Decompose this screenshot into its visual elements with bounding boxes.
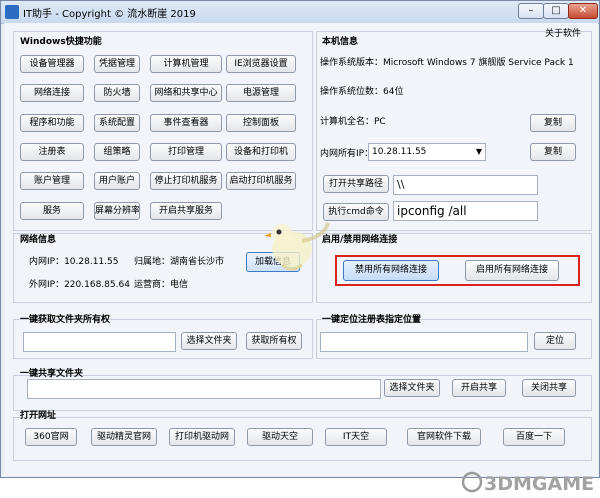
network-connection-title: 启用/禁用网络连接 xyxy=(322,235,398,245)
quick-button[interactable]: 设备和打印机 xyxy=(226,143,296,161)
share-folder-input[interactable] xyxy=(27,379,381,399)
app-icon xyxy=(5,5,19,19)
quick-button[interactable]: 防火墙 xyxy=(94,84,140,102)
lan-ip-label: 内网所有IP： xyxy=(320,149,374,159)
quick-button[interactable]: 网络连接 xyxy=(20,84,84,102)
mascot-bird-icon xyxy=(264,222,330,271)
copy-ip-button[interactable]: 复制 xyxy=(530,143,576,161)
url-button[interactable]: 驱动精灵官网 xyxy=(91,428,157,446)
quick-button[interactable]: 系统配置 xyxy=(94,114,140,132)
urls-title: 打开网址 xyxy=(20,411,57,421)
open-share-button[interactable]: 开启共享 xyxy=(452,379,506,397)
quick-button[interactable]: 用户账户 xyxy=(94,172,140,190)
os-version: 操作系统版本：Microsoft Windows 7 旗舰版 Service P… xyxy=(320,58,574,68)
disable-network-button[interactable]: 禁用所有网络连接 xyxy=(343,260,439,281)
quick-button[interactable]: 组策略 xyxy=(94,143,140,161)
url-button[interactable]: 官网软件下载 xyxy=(407,428,481,446)
quick-button[interactable]: 电源管理 xyxy=(226,84,296,102)
minimize-button[interactable]: – xyxy=(518,3,544,19)
lan-ip-select[interactable]: 10.28.11.55 ▼ xyxy=(368,143,486,161)
quick-button[interactable]: 账户管理 xyxy=(20,172,84,190)
watermark-logo: 3DMGAME xyxy=(462,471,594,495)
quick-button[interactable]: 凭据管理 xyxy=(94,55,140,73)
url-button[interactable]: 百度一下 xyxy=(503,428,565,446)
url-button[interactable]: IT天空 xyxy=(325,428,387,446)
registry-path-input[interactable] xyxy=(320,332,528,352)
run-cmd-button[interactable]: 执行cmd命令 xyxy=(323,203,389,221)
close-button[interactable]: ✕ xyxy=(568,3,598,19)
network-info-title: 网络信息 xyxy=(20,235,57,245)
copy-computer-name-button[interactable]: 复制 xyxy=(530,114,576,132)
ownership-choose-folder-button[interactable]: 选择文件夹 xyxy=(181,332,237,350)
quick-button[interactable]: 注册表 xyxy=(20,143,84,161)
wan-ip-text: 外网IP：220.168.85.64 xyxy=(29,280,130,290)
machine-info-title: 本机信息 xyxy=(322,37,359,47)
ownership-title: 一键获取文件夹所有权 xyxy=(20,315,111,325)
window-title: IT助手 - Copyright © 流水断崖 2019 xyxy=(23,9,196,20)
ownership-path-input[interactable] xyxy=(23,332,176,352)
close-share-button[interactable]: 关闭共享 xyxy=(522,379,576,397)
quick-button[interactable]: 服务 xyxy=(20,202,84,220)
quick-button[interactable]: 打印管理 xyxy=(150,143,222,161)
open-share-path-button[interactable]: 打开共享路径 xyxy=(323,175,389,193)
os-bits: 操作系统位数：64位 xyxy=(320,87,404,97)
quick-button[interactable]: 设备管理器 xyxy=(20,55,84,73)
url-button[interactable]: 打印机驱动网 xyxy=(169,428,235,446)
share-choose-folder-button[interactable]: 选择文件夹 xyxy=(384,379,440,397)
quick-button[interactable]: 开启共享服务 xyxy=(150,202,222,220)
computer-name: 计算机全名：PC xyxy=(320,117,386,127)
cmd-input[interactable]: ipconfig /all xyxy=(393,201,538,221)
title-bar[interactable]: IT助手 - Copyright © 流水断崖 2019 – □ ✕ xyxy=(1,1,599,24)
registry-title: 一键定位注册表指定位置 xyxy=(322,315,422,325)
maximize-button[interactable]: □ xyxy=(543,3,569,19)
quick-button[interactable]: 网络和共享中心 xyxy=(150,84,222,102)
share-title: 一键共享文件夹 xyxy=(20,369,84,379)
chevron-down-icon: ▼ xyxy=(475,147,482,156)
quick-button[interactable]: 启动打印机服务 xyxy=(226,172,296,190)
watermark-text: 3DMGAME xyxy=(484,473,594,495)
url-button[interactable]: 360官网 xyxy=(25,428,77,446)
about-link[interactable]: 关于软件 xyxy=(545,26,581,39)
quick-button[interactable]: 停止打印机服务 xyxy=(150,172,222,190)
quick-button[interactable]: 屏幕分辨率 xyxy=(94,202,140,220)
locate-button[interactable]: 定位 xyxy=(534,332,576,350)
get-ownership-button[interactable]: 获取所有权 xyxy=(246,332,302,350)
lan-ip-value: 10.28.11.55 xyxy=(372,147,427,157)
share-path-input[interactable]: \\ xyxy=(393,175,538,195)
app-window: IT助手 - Copyright © 流水断崖 2019 – □ ✕ Windo… xyxy=(0,0,600,495)
client-area: Windows快捷功能 设备管理器 凭据管理 计算机管理 IE浏览器设置网络连接 防火墙… xyxy=(4,23,598,495)
quick-button[interactable]: 事件查看器 xyxy=(150,114,222,132)
location-text: 归属地：湖南省长沙市 xyxy=(134,257,225,267)
quick-button[interactable]: IE浏览器设置 xyxy=(226,55,296,73)
quick-button[interactable]: 计算机管理 xyxy=(150,55,222,73)
quick-functions-title: Windows快捷功能 xyxy=(20,37,102,47)
lan-ip-text: 内网IP：10.28.11.55 xyxy=(29,257,119,267)
isp-text: 运营商：电信 xyxy=(134,280,189,290)
quick-button[interactable]: 控制面板 xyxy=(226,114,296,132)
enable-network-button[interactable]: 启用所有网络连接 xyxy=(465,260,559,281)
url-button[interactable]: 驱动天空 xyxy=(247,428,313,446)
quick-button[interactable]: 程序和功能 xyxy=(20,114,84,132)
